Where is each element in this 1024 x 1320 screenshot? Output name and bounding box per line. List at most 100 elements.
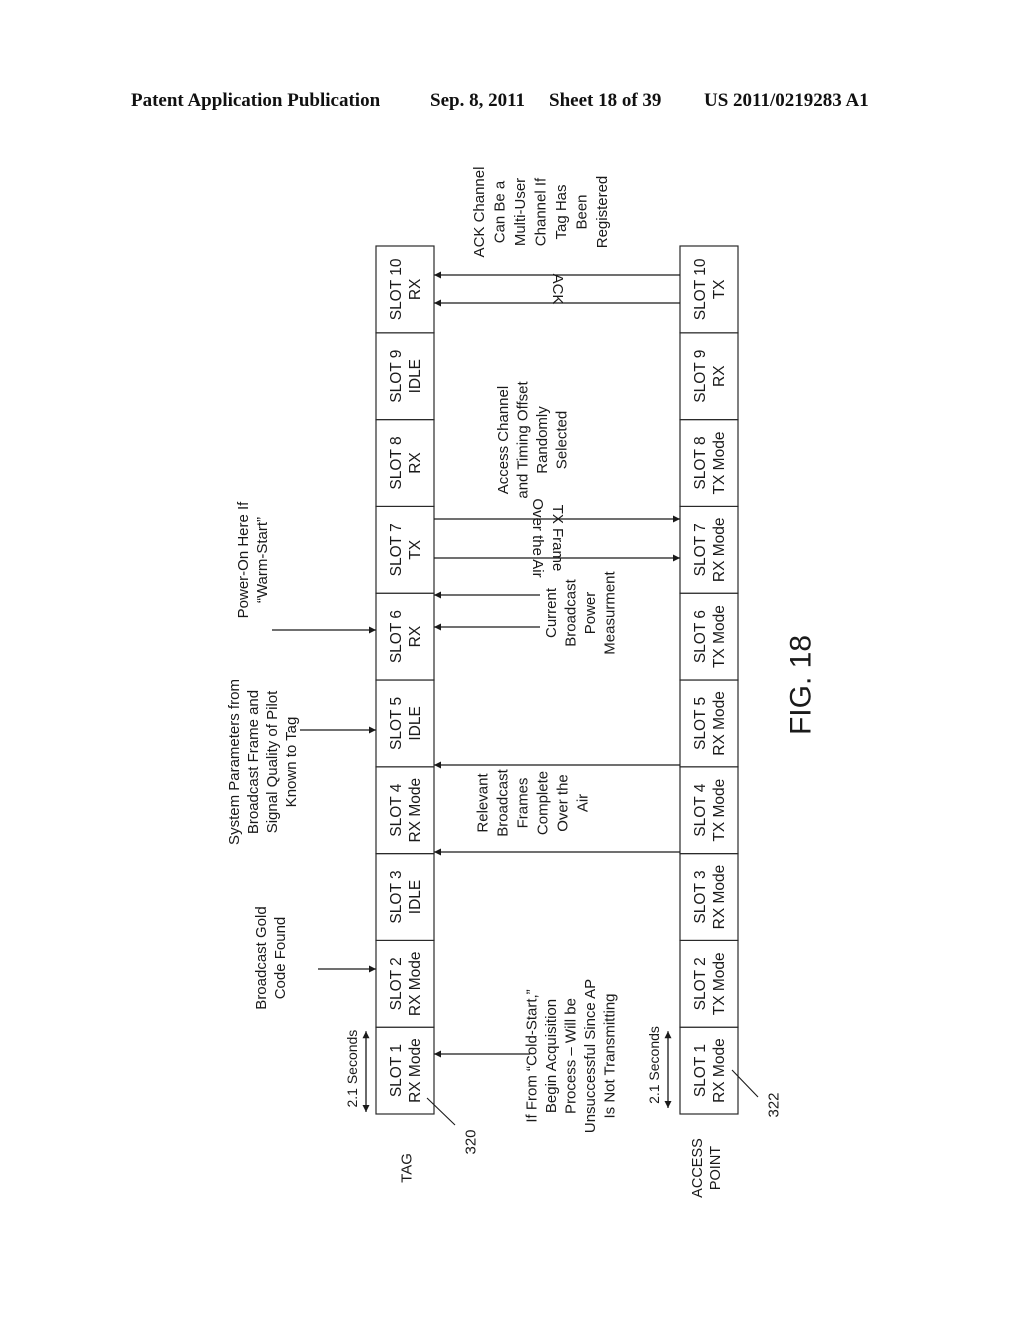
timing-diagram: SLOT 1 RX ModeSLOT 2 RX ModeSLOT 3 IDLESLOT…	[226, 167, 818, 1198]
power-measurement-label-line: Current	[543, 587, 560, 638]
ap-slot-box	[679, 245, 739, 334]
tag-slot-label-line: SLOT 6	[388, 610, 405, 663]
tag-slot-label-line: SLOT 5	[388, 697, 405, 750]
ap-slot-box	[679, 1026, 739, 1115]
ap-slot-label-line: SLOT 10	[692, 258, 709, 320]
ap-slot-9: SLOT 9 RX	[679, 332, 739, 421]
access-channel-label-line: and Timing Offset	[515, 381, 532, 499]
ap-slot-label-line: TX	[711, 279, 728, 299]
ap-slot-label-line: SLOT 1	[692, 1044, 709, 1097]
ap-slot-label-line: TX Mode	[711, 432, 728, 495]
ack-channel-label-line: Channel If	[532, 177, 549, 246]
ap-slot-6: SLOT 6 TX Mode	[679, 592, 739, 681]
ap-slot-label-line: RX Mode	[711, 517, 728, 582]
tag-slot-box	[375, 505, 435, 594]
tag-slot-label-line: SLOT 2	[388, 957, 405, 1010]
ap-slot-label-line: TX Mode	[711, 605, 728, 668]
system-params-label: System Parameters from Broadcast Frame an…	[226, 679, 300, 845]
tag-duration-label-line: 2.1 Seconds	[344, 1030, 360, 1108]
tag-slot-7: SLOT 7 TX	[375, 505, 435, 594]
warm-start-label: Power-On Here If “Warm-Start”	[235, 501, 271, 619]
ap-slot-5: SLOT 5 RX Mode	[679, 679, 739, 768]
ap-name-label: ACCESS POINT	[690, 1138, 724, 1198]
access-channel-label-line: Access Channel	[495, 386, 512, 494]
ap-slot-label-line: TX Mode	[711, 779, 728, 842]
ack-channel-label-line: Multi-User	[512, 178, 529, 246]
tag-slot-5: SLOT 5 IDLE	[375, 679, 435, 768]
ap-slot-4: SLOT 4 TX Mode	[679, 766, 739, 855]
ap-slot-10: SLOT 10 TX	[679, 245, 739, 334]
gold-code-label-line: Broadcast Gold	[253, 906, 270, 1009]
warm-start-label-line: Power-On Here If	[235, 501, 252, 619]
tag-slot-label-line: SLOT 3	[388, 870, 405, 923]
ack-channel-label-line: Registered	[594, 176, 611, 249]
ap-slot-1: SLOT 1 RX Mode	[679, 1026, 739, 1115]
cold-start-label-line: Is Not Transmitting	[601, 993, 618, 1118]
ap-slot-label-line: RX Mode	[711, 1038, 728, 1103]
ap-slot-label-line: SLOT 5	[692, 697, 709, 750]
figure-label: FIG. 18	[785, 635, 818, 735]
ap-slot-label-line: TX Mode	[711, 952, 728, 1015]
ap-slot-box	[679, 592, 739, 681]
ap-slot-label-line: RX Mode	[711, 691, 728, 756]
access-channel-label-line: Selected	[554, 411, 571, 469]
tag-slot-label-line: RX	[407, 625, 424, 647]
tag-slot-4: SLOT 4 RX Mode	[375, 766, 435, 855]
power-measurement-label-line: Power	[582, 592, 599, 635]
tx-frame-label-line: TX Frame	[549, 505, 566, 572]
ack-label: ACK	[549, 274, 566, 305]
ap-slot-box	[679, 332, 739, 421]
ap-slot-label-line: SLOT 4	[692, 783, 709, 837]
tag-slot-label-line: RX Mode	[407, 1038, 424, 1103]
tag-slot-box	[375, 592, 435, 681]
ap-slot-label-line: SLOT 6	[692, 610, 709, 663]
tag-ref-number-line: 320	[462, 1129, 479, 1154]
tag-slot-label-line: SLOT 4	[388, 783, 405, 837]
tag-name-label: TAG	[398, 1153, 415, 1183]
tag-slot-3: SLOT 3 IDLE	[375, 852, 435, 941]
system-params-label-line: Broadcast Frame and	[245, 690, 262, 834]
tag-slot-box	[375, 332, 435, 421]
broadcast-frames-label-line: Air	[574, 794, 591, 812]
gold-code-label-line: Code Found	[272, 917, 289, 1000]
access-point-slot-column: SLOT 1 RX ModeSLOT 2 TX ModeSLOT 3 RX ModeS…	[679, 245, 739, 1115]
broadcast-frames-label-line: Complete	[534, 771, 551, 835]
cold-start-label-line: Begin Acquisition	[543, 999, 560, 1113]
ap-slot-label-line: SLOT 8	[692, 436, 709, 489]
tag-slot-box	[375, 766, 435, 855]
system-params-label-line: Signal Quality of Pilot	[264, 690, 281, 833]
tag-slot-label-line: SLOT 8	[388, 436, 405, 489]
tag-slot-10: SLOT 10 RX	[375, 245, 435, 334]
ack-channel-label-line: Can Be a	[491, 180, 508, 243]
tag-slot-box	[375, 852, 435, 941]
tag-slot-box	[375, 245, 435, 334]
warm-start-label-line: “Warm-Start”	[254, 517, 271, 603]
ap-slot-box	[679, 852, 739, 941]
broadcast-frames-label-line: Relevant	[474, 773, 491, 833]
power-measurement-label-line: Broadcast	[563, 578, 580, 646]
broadcast-frames-label-line: Frames	[514, 778, 531, 829]
ack-channel-label-line: Tag Has	[553, 184, 570, 239]
tag-slot-label-line: SLOT 1	[388, 1044, 405, 1097]
ap-slot-box	[679, 939, 739, 1028]
tag-slot-box	[375, 1026, 435, 1115]
ap-name-label-line: POINT	[708, 1146, 724, 1190]
tag-ref-number: 320	[462, 1129, 479, 1154]
ap-slot-label-line: SLOT 2	[692, 957, 709, 1010]
tag-slot-box	[375, 679, 435, 768]
ap-ref-number: 322	[765, 1092, 782, 1117]
broadcast-frames-label-line: Broadcast	[494, 768, 511, 836]
tag-slot-1: SLOT 1 RX Mode	[375, 1026, 435, 1115]
tag-slot-label-line: RX Mode	[407, 951, 424, 1016]
tag-slot-label-line: IDLE	[407, 359, 424, 393]
tx-frame-label-line: Over the Air	[529, 498, 546, 577]
ap-slot-3: SLOT 3 RX Mode	[679, 852, 739, 941]
tag-name-label-line: TAG	[398, 1153, 415, 1183]
power-measurement-label-line: Measurment	[602, 570, 619, 654]
tag-slot-column: SLOT 1 RX ModeSLOT 2 RX ModeSLOT 3 IDLESLOT…	[375, 245, 435, 1115]
tag-slot-2: SLOT 2 RX Mode	[375, 939, 435, 1028]
tag-slot-9: SLOT 9 IDLE	[375, 332, 435, 421]
ack-channel-label: ACK Channel Can Be a Multi-User Channel If T…	[471, 167, 611, 258]
tag-slot-box	[375, 939, 435, 1028]
cold-start-label: If From “Cold-Start,” Begin Acquisition Pr…	[523, 979, 618, 1133]
